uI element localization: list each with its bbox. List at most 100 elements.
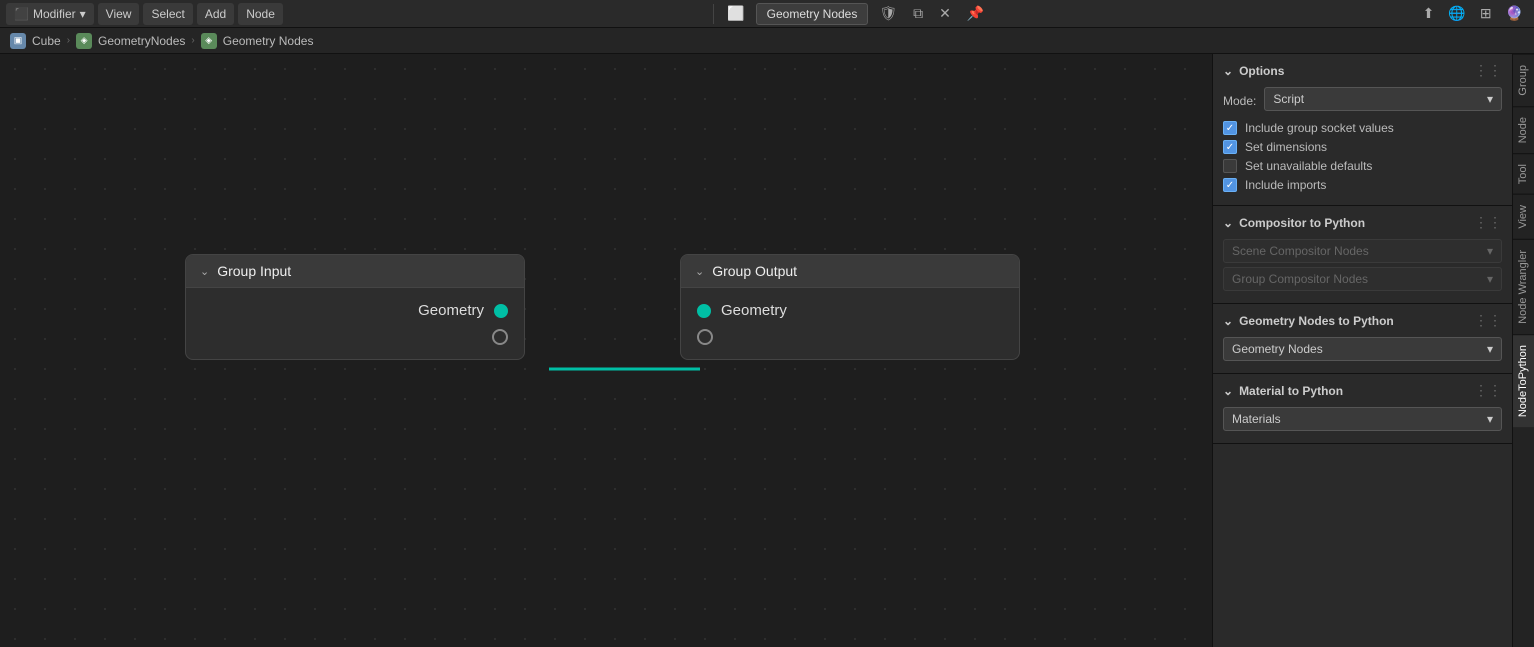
dropdown-chevron: ▾ <box>1487 92 1493 106</box>
geonodes-label: GeometryNodes <box>98 34 185 48</box>
cube-label: Cube <box>32 34 61 48</box>
topbar-center: ⬜ Geometry Nodes 🛡 ⧉ ✕ 📌 <box>287 3 1414 25</box>
upload-icon[interactable]: ⬆ <box>1418 3 1440 24</box>
vtab-view[interactable]: View <box>1513 194 1534 239</box>
cube-icon: ▣ <box>10 33 26 49</box>
mode-dropdown[interactable]: Script ▾ <box>1264 87 1502 111</box>
vtab-group[interactable]: Group <box>1513 54 1534 106</box>
chevron-options: ⌄ <box>1223 64 1233 78</box>
group-input-body: Geometry <box>186 288 524 359</box>
layout-icon[interactable]: ⊞ <box>1475 3 1497 24</box>
modifier-label: Modifier <box>33 7 76 21</box>
group-input-node[interactable]: ⌄ Group Input Geometry <box>185 254 525 360</box>
vtab-tool[interactable]: Tool <box>1513 153 1534 194</box>
geo-nodes-title: ⌄ Geometry Nodes to Python <box>1223 314 1394 328</box>
editor-type-btn[interactable]: ⬛ Modifier ▾ <box>6 3 94 25</box>
scene-compositor-label: Scene Compositor Nodes <box>1232 244 1369 258</box>
extra-out-dot[interactable] <box>492 329 508 345</box>
editor-switch-btn[interactable]: ⬜ <box>722 3 749 24</box>
breadcrumb-arrow-1: › <box>67 35 70 46</box>
material-dropdown[interactable]: Materials ▾ <box>1223 407 1502 431</box>
connection-svg <box>0 54 1200 647</box>
group-compositor-label: Group Compositor Nodes <box>1232 272 1368 286</box>
online-icon[interactable]: 🌐 <box>1443 3 1470 24</box>
material-title: ⌄ Material to Python <box>1223 384 1343 398</box>
geo-nodes-header: ⌄ Geometry Nodes to Python ⋮⋮ <box>1223 312 1502 329</box>
extra-out-port <box>202 329 508 345</box>
node-editor-title: Geometry Nodes <box>756 3 869 25</box>
mode-row: Mode: Script ▾ <box>1223 87 1502 115</box>
group-output-title: Group Output <box>712 263 797 279</box>
compositor-label: Compositor to Python <box>1239 216 1365 230</box>
options-section: ⌄ Options ⋮⋮ Mode: Script ▾ ✓ Include gr… <box>1213 54 1512 206</box>
topbar: ⬛ Modifier ▾ View Select Add Node ⬜ Geom… <box>0 0 1534 28</box>
group-output-header: ⌄ Group Output <box>681 255 1019 288</box>
chevron-icon: ⌄ <box>200 265 209 278</box>
group-compositor-dropdown: Group Compositor Nodes ▾ <box>1223 267 1502 291</box>
extra-in-port <box>697 329 1003 345</box>
checkbox-include-imports[interactable]: ✓ Include imports <box>1223 178 1502 192</box>
breadcrumb-item-geonodes[interactable]: ◈ GeometryNodes <box>76 33 185 49</box>
render-icon[interactable]: 🔮 <box>1501 3 1528 24</box>
options-header: ⌄ Options ⋮⋮ <box>1223 62 1502 79</box>
checkbox-set-unavailable[interactable]: Set unavailable defaults <box>1223 159 1502 173</box>
breadcrumb-item-cube[interactable]: ▣ Cube <box>10 33 61 49</box>
chevron-compositor: ⌄ <box>1223 216 1233 230</box>
main-layout: ⌄ Group Input Geometry ⌄ Group Output <box>0 54 1534 647</box>
dropdown-chevron-material: ▾ <box>1487 412 1493 426</box>
material-dots: ⋮⋮ <box>1474 382 1502 399</box>
checkbox-group-socket-box[interactable]: ✓ <box>1223 121 1237 135</box>
shield-icon[interactable]: 🛡 <box>874 3 902 24</box>
editor-icon: ⬛ <box>14 7 29 21</box>
mode-label: Mode: <box>1223 94 1256 108</box>
dropdown-chevron-scene: ▾ <box>1487 244 1493 258</box>
checkbox-set-unavailable-label: Set unavailable defaults <box>1245 159 1372 173</box>
checkbox-set-unavailable-box[interactable] <box>1223 159 1237 173</box>
vtab-nodetopython[interactable]: NodeToPython <box>1513 334 1534 427</box>
material-header: ⌄ Material to Python ⋮⋮ <box>1223 382 1502 399</box>
right-panel: ⌄ Options ⋮⋮ Mode: Script ▾ ✓ Include gr… <box>1212 54 1512 647</box>
geometry-in-label: Geometry <box>721 302 787 319</box>
breadcrumb-item-geometry-nodes[interactable]: ◈ Geometry Nodes <box>201 33 314 49</box>
geometry-out-port: Geometry <box>202 302 508 319</box>
check-icon-3: ✓ <box>1226 180 1234 191</box>
checkbox-set-dimensions-box[interactable]: ✓ <box>1223 140 1237 154</box>
material-section: ⌄ Material to Python ⋮⋮ Materials ▾ <box>1213 374 1512 444</box>
options-title: ⌄ Options <box>1223 64 1284 78</box>
add-menu[interactable]: Add <box>197 3 234 25</box>
dropdown-chevron-geo: ▾ <box>1487 342 1493 356</box>
group-output-node[interactable]: ⌄ Group Output Geometry <box>680 254 1020 360</box>
geometry-nodes-icon: ◈ <box>201 33 217 49</box>
pin-icon[interactable]: 📌 <box>962 3 989 24</box>
checkbox-group-socket[interactable]: ✓ Include group socket values <box>1223 121 1502 135</box>
vtab-node[interactable]: Node <box>1513 106 1534 153</box>
view-menu[interactable]: View <box>98 3 140 25</box>
node-canvas[interactable]: ⌄ Group Input Geometry ⌄ Group Output <box>0 54 1212 647</box>
geo-nodes-dropdown-label: Geometry Nodes <box>1232 342 1323 356</box>
extra-in-dot[interactable] <box>697 329 713 345</box>
copy-icon[interactable]: ⧉ <box>908 3 928 24</box>
select-menu[interactable]: Select <box>143 3 192 25</box>
separator-1 <box>713 4 714 24</box>
chevron-geo: ⌄ <box>1223 314 1233 328</box>
geo-nodes-dropdown[interactable]: Geometry Nodes ▾ <box>1223 337 1502 361</box>
group-input-title: Group Input <box>217 263 291 279</box>
options-dots: ⋮⋮ <box>1474 62 1502 79</box>
options-label: Options <box>1239 64 1284 78</box>
breadcrumb-arrow-2: › <box>191 35 194 46</box>
checkbox-set-dimensions[interactable]: ✓ Set dimensions <box>1223 140 1502 154</box>
chevron-material: ⌄ <box>1223 384 1233 398</box>
geometry-out-dot[interactable] <box>494 304 508 318</box>
geonodes-icon: ◈ <box>76 33 92 49</box>
close-icon[interactable]: ✕ <box>934 3 956 24</box>
geo-nodes-dots: ⋮⋮ <box>1474 312 1502 329</box>
check-icon: ✓ <box>1226 123 1234 134</box>
node-title-text: Geometry Nodes <box>767 7 858 21</box>
compositor-header: ⌄ Compositor to Python ⋮⋮ <box>1223 214 1502 231</box>
checkbox-include-imports-box[interactable]: ✓ <box>1223 178 1237 192</box>
geometry-in-dot[interactable] <box>697 304 711 318</box>
material-dropdown-label: Materials <box>1232 412 1281 426</box>
vtab-node-wrangler[interactable]: Node Wrangler <box>1513 239 1534 334</box>
node-menu[interactable]: Node <box>238 3 283 25</box>
compositor-title: ⌄ Compositor to Python <box>1223 216 1365 230</box>
